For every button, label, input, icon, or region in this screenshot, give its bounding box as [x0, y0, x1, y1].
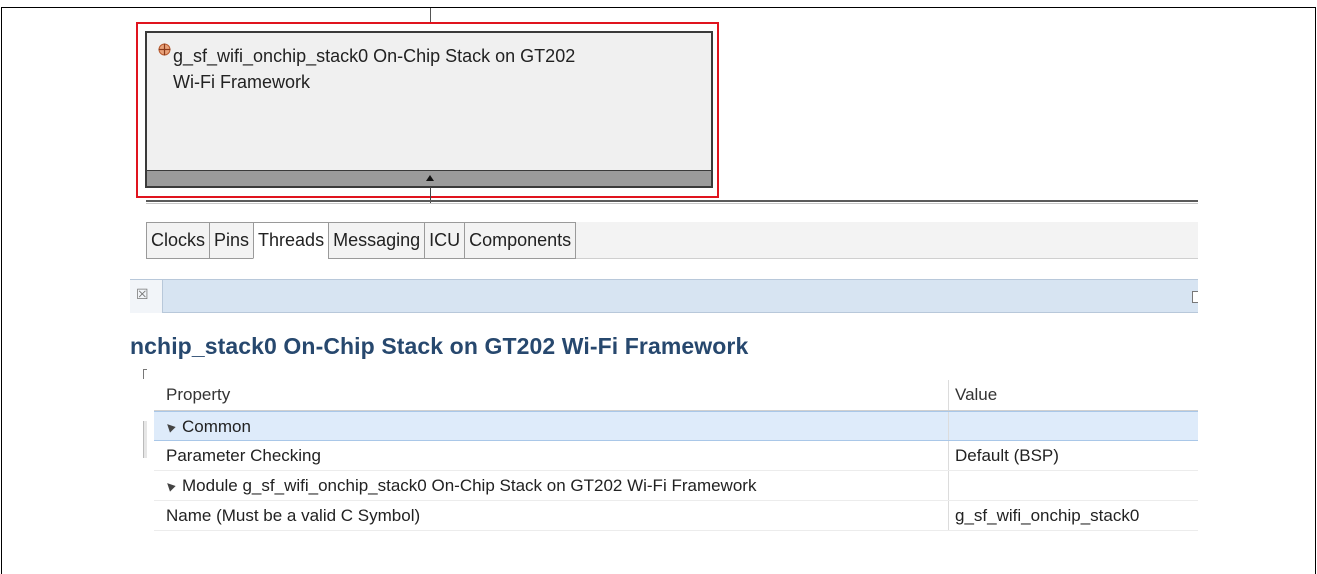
- value-cell[interactable]: [949, 412, 1198, 440]
- expand-triangle-icon[interactable]: [164, 421, 176, 433]
- tab-threads[interactable]: Threads: [253, 222, 329, 259]
- separator-line: [146, 200, 1198, 202]
- table-row[interactable]: Parameter Checking Default (BSP): [154, 441, 1198, 471]
- table-row[interactable]: Module g_sf_wifi_onchip_stack0 On-Chip S…: [154, 471, 1198, 501]
- tab-icu[interactable]: ICU: [424, 222, 465, 259]
- tab-clocks[interactable]: Clocks: [146, 222, 210, 259]
- restore-icon[interactable]: [1192, 291, 1198, 303]
- value-cell[interactable]: g_sf_wifi_onchip_stack0: [949, 501, 1198, 530]
- property-cell: Name (Must be a valid C Symbol): [154, 501, 949, 530]
- expand-triangle-icon[interactable]: [164, 480, 176, 492]
- separator-line-shadow: [146, 203, 1198, 204]
- module-expand-bar[interactable]: [147, 170, 711, 186]
- value-cell[interactable]: Default (BSP): [949, 441, 1198, 470]
- module-block[interactable]: g_sf_wifi_onchip_stack0 On-Chip Stack on…: [145, 31, 713, 188]
- module-label: g_sf_wifi_onchip_stack0 On-Chip Stack on…: [173, 43, 575, 95]
- value-cell[interactable]: [949, 471, 1198, 500]
- tab-messaging[interactable]: Messaging: [328, 222, 425, 259]
- properties-view-tab-strip: ☒: [130, 279, 1198, 313]
- property-label: Module g_sf_wifi_onchip_stack0 On-Chip S…: [182, 476, 757, 495]
- connector-line-top: [430, 8, 431, 23]
- property-label: Common: [182, 417, 251, 436]
- tab-pins[interactable]: Pins: [209, 222, 254, 259]
- table-header-row: Property Value: [154, 380, 1198, 411]
- close-icon[interactable]: ☒: [136, 286, 149, 303]
- module-label-line2: Wi-Fi Framework: [173, 72, 310, 92]
- tab-components[interactable]: Components: [464, 222, 577, 259]
- column-header-value[interactable]: Value: [949, 380, 1198, 410]
- property-cell: Common: [154, 412, 949, 440]
- properties-view-tab[interactable]: ☒: [130, 280, 163, 313]
- module-label-line1: g_sf_wifi_onchip_stack0 On-Chip Stack on…: [173, 46, 576, 66]
- properties-title: nchip_stack0 On-Chip Stack on GT202 Wi-F…: [130, 333, 749, 359]
- module-component-icon: [158, 43, 171, 56]
- property-cell: Parameter Checking: [154, 441, 949, 470]
- column-header-property[interactable]: Property: [154, 380, 949, 410]
- table-row[interactable]: Name (Must be a valid C Symbol) g_sf_wif…: [154, 501, 1198, 531]
- property-cell: Module g_sf_wifi_onchip_stack0 On-Chip S…: [154, 471, 949, 500]
- panel-corner-mark: [143, 369, 147, 379]
- arrow-up-icon: [426, 175, 434, 181]
- table-row[interactable]: Common: [154, 411, 1198, 441]
- properties-table: Property Value Common Parameter Checking…: [154, 380, 1198, 531]
- configurator-tabs: Clocks Pins Threads Messaging ICU Compon…: [146, 222, 577, 259]
- vertical-scroll-gutter[interactable]: [143, 421, 147, 458]
